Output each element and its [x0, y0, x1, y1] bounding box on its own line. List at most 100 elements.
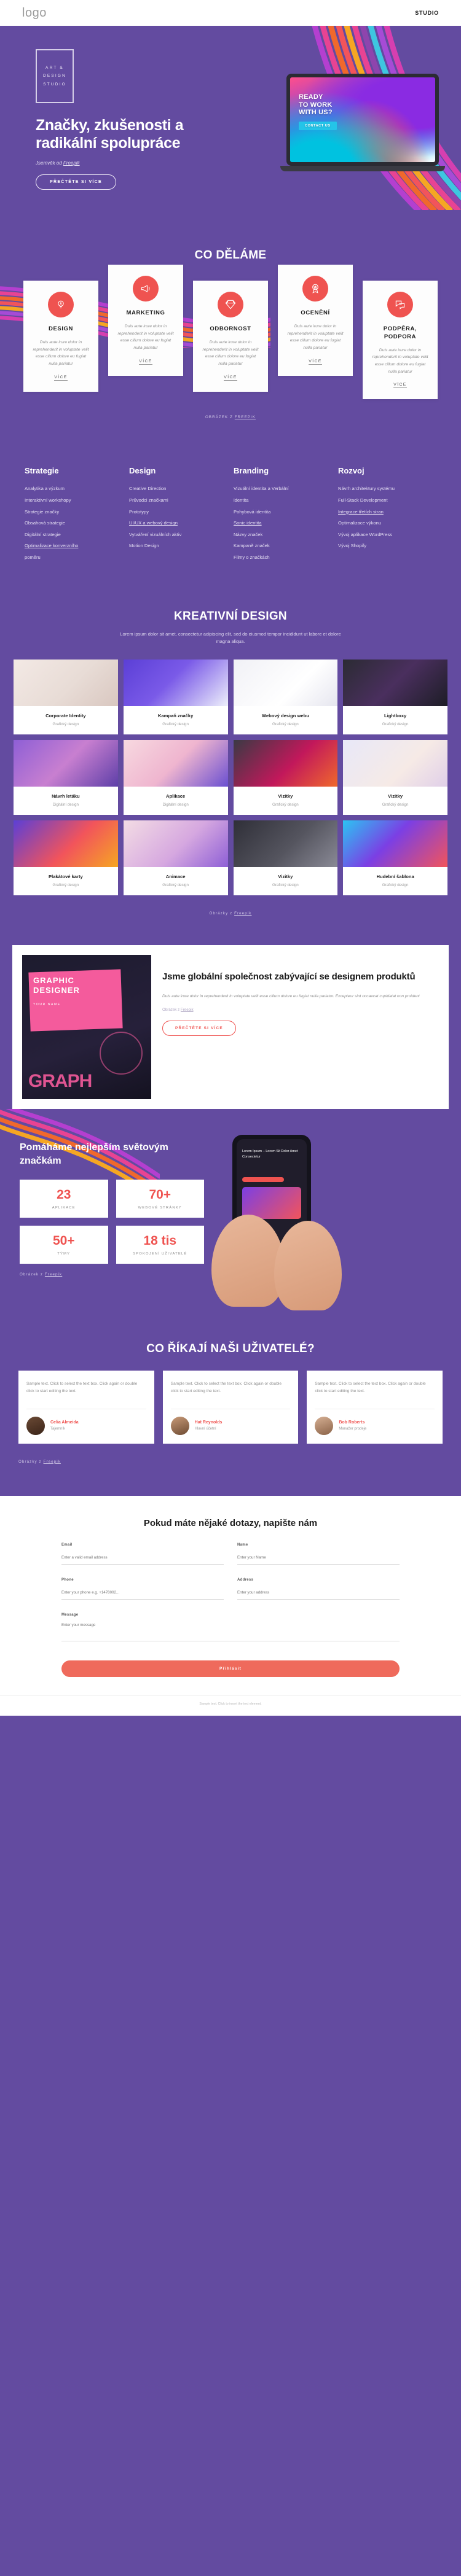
stats-content: Pomáháme nejlepším světovým značkám 23 A… [0, 1135, 461, 1311]
list-item[interactable]: Creative Direction [129, 486, 227, 491]
portfolio-thumbnail [343, 660, 447, 707]
list-item[interactable]: Vizuální identita a Verbální [234, 486, 332, 491]
name-input[interactable] [237, 1552, 400, 1565]
stat-label: APLIKACE [52, 1206, 76, 1210]
phone-screen-text: Lorem Ipsum – Lorem Sit Dolor Amet Conse… [242, 1150, 298, 1159]
hero-cta-button[interactable]: PŘEČTĚTE SI VÍCE [36, 174, 116, 190]
stat-number: 50+ [52, 1234, 75, 1248]
card-more-link[interactable]: VÍCE [224, 375, 237, 381]
email-input[interactable] [61, 1552, 224, 1565]
portfolio-thumbnail [14, 820, 118, 868]
portfolio-subtitle: Digitální design [162, 803, 189, 807]
portfolio-thumbnail [343, 820, 447, 868]
laptop-mockup: READY TO WORK WITH US? CONTACT US [280, 74, 452, 178]
address-input[interactable] [237, 1587, 400, 1600]
stat-label: WEBOVÉ STRÁNKY [138, 1206, 182, 1210]
card-more-link[interactable]: VÍCE [54, 375, 68, 381]
list-item[interactable]: Integrace třetích stran [338, 509, 436, 515]
portfolio-item[interactable]: Vizitky Grafický design [343, 740, 447, 815]
portfolio-item[interactable]: Corporate Identity Grafický design [14, 660, 118, 735]
list-item[interactable]: Průvodci značkami [129, 498, 227, 503]
credit-link-freepik[interactable]: FREEPIK [235, 415, 256, 419]
credit-prefix: Obrázky z [209, 911, 235, 916]
portfolio-item[interactable]: Návrh letáku Digitální design [14, 740, 118, 815]
list-item[interactable]: Vývoj Shopify [338, 543, 436, 548]
list-item[interactable]: Strategie značky [25, 509, 123, 515]
list-item[interactable]: Digitální strategie [25, 532, 123, 537]
list-item[interactable]: Interaktivní workshopy [25, 498, 123, 503]
portfolio-subtitle: Grafický design [382, 803, 409, 807]
credit-prefix: Obrázek z [20, 1272, 45, 1277]
portfolio-item[interactable]: Kampaň značky Grafický design [123, 660, 228, 735]
message-input[interactable] [61, 1620, 400, 1641]
service-card-marketing[interactable]: MARKETING Duis aute irure dolor in repre… [108, 265, 183, 376]
column-list: Návrh architektury systému Full-Stack De… [338, 486, 436, 548]
phone-input[interactable] [61, 1587, 224, 1600]
list-item[interactable]: Filmy o značkách [234, 555, 332, 560]
laptop-line-1: READY [299, 93, 323, 101]
list-item[interactable]: Analytika a výzkum [25, 486, 123, 491]
list-item[interactable]: Kampaně značek [234, 543, 332, 548]
stats-left: Pomáháme nejlepším světovým značkám 23 A… [20, 1141, 204, 1301]
credit-link-freepik[interactable]: Freepik [181, 1008, 194, 1012]
portfolio-item[interactable]: Lightboxy Grafický design [343, 660, 447, 735]
credit-link-freepik[interactable]: Freepik [45, 1272, 62, 1277]
site-logo[interactable]: logo [22, 6, 47, 20]
portfolio-item[interactable]: Aplikace Digitální design [123, 740, 228, 815]
list-item[interactable]: Full-Stack Development [338, 498, 436, 503]
chat-icon [387, 292, 413, 317]
list-item[interactable]: Motion Design [129, 543, 227, 548]
list-item[interactable]: Sonic identita [234, 521, 332, 526]
list-item[interactable]: Vytváření vizuálních aktiv [129, 532, 227, 537]
portfolio-item[interactable]: Hudební šablona Grafický design [343, 820, 447, 896]
stat-number: 70+ [149, 1188, 171, 1202]
global-cta-button[interactable]: PŘEČTĚTE SI VÍCE [162, 1021, 236, 1037]
card-title: PODPĚRA, PODPORA [383, 325, 417, 340]
field-label: Name [237, 1543, 248, 1547]
field-label: Message [61, 1613, 79, 1617]
services-column-strategie: Strategie Analytika a výzkum Interaktivn… [25, 466, 123, 566]
laptop-cta-button[interactable]: CONTACT US [299, 121, 337, 131]
creative-subtitle: Lorem ipsum dolor sit amet, consectetur … [120, 631, 341, 645]
portfolio-thumbnail [233, 820, 338, 868]
nav-item-studio[interactable]: STUDIO [415, 10, 439, 16]
submit-button[interactable]: Přihlásit [61, 1660, 400, 1677]
portfolio-item[interactable]: Webový design webu Grafický design [233, 660, 338, 735]
service-card-podpora[interactable]: PODPĚRA, PODPORA Duis aute irure dolor i… [363, 281, 438, 400]
portfolio-item[interactable]: Vizitky Grafický design [233, 820, 338, 896]
testimonial-role: Hlavní účetní [194, 1427, 216, 1431]
list-item[interactable]: Obsahová strategie [25, 521, 123, 526]
list-item[interactable]: Vývoj aplikace WordPress [338, 532, 436, 537]
list-item[interactable]: Optimalizace výkonu [338, 521, 436, 526]
card-body: Duis aute irure dolor in reprehenderit i… [372, 348, 428, 374]
credit-link-freepik[interactable]: Freepik [234, 911, 251, 916]
portfolio-thumbnail [343, 740, 447, 787]
list-item[interactable]: identita [234, 498, 332, 503]
field-address: Address [237, 1578, 400, 1600]
card-more-link[interactable]: VÍCE [139, 359, 152, 365]
credit-link-freepik[interactable]: Freepik [63, 160, 80, 166]
service-card-oceneni[interactable]: OCENĚNÍ Duis aute irure dolor in reprehe… [278, 265, 353, 376]
portfolio-item[interactable]: Vizitky Grafický design [233, 740, 338, 815]
portfolio-item[interactable]: Animace Grafický design [123, 820, 228, 896]
credit-link-freepik[interactable]: Freepik [44, 1460, 61, 1464]
service-card-design[interactable]: DESIGN Duis aute irure dolor in reprehen… [23, 281, 98, 392]
list-item[interactable]: poměru [25, 555, 123, 560]
portfolio-thumbnail [123, 740, 228, 787]
list-item[interactable]: Optimalizace konverzního [25, 543, 123, 548]
column-heading: Design [129, 466, 156, 476]
portfolio-item[interactable]: Plakátové karty Grafický design [14, 820, 118, 896]
card-more-link[interactable]: VÍCE [309, 359, 322, 365]
service-card-odbornost[interactable]: ODBORNOST Duis aute irure dolor in repre… [193, 281, 268, 392]
list-item[interactable]: Prototypy [129, 509, 227, 515]
list-item[interactable]: UI/UX a webový design [129, 521, 227, 526]
list-item[interactable]: Návrh architektury systému [338, 486, 436, 491]
card-more-link[interactable]: VÍCE [393, 383, 407, 389]
list-item[interactable]: Pohybová identita [234, 509, 332, 515]
list-item[interactable]: Názvy značek [234, 532, 332, 537]
portfolio-subtitle: Digitální design [52, 803, 79, 807]
megaphone-icon [133, 276, 159, 302]
field-message: Message [61, 1613, 400, 1644]
services-column-rozvoj: Rozvoj Návrh architektury systému Full-S… [338, 466, 436, 566]
field-label: Address [237, 1578, 254, 1582]
